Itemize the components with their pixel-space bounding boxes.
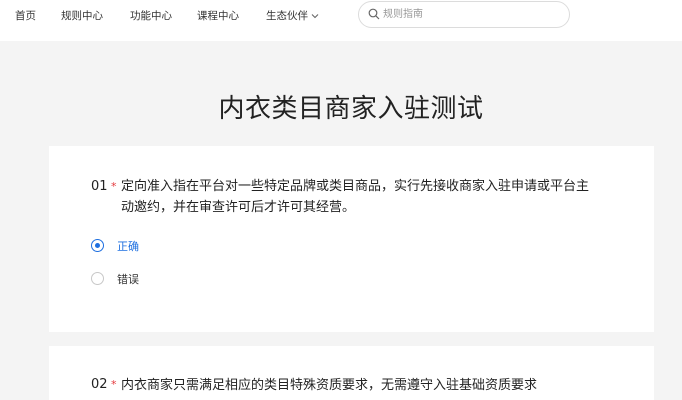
option-label: 错误 xyxy=(117,273,139,286)
nav-item-course-center[interactable]: 课程中心 xyxy=(197,8,239,23)
nav-item-rules-center[interactable]: 规则中心 xyxy=(61,8,103,23)
search-input[interactable] xyxy=(383,6,563,23)
chevron-down-icon xyxy=(311,14,319,19)
search-box[interactable] xyxy=(358,1,570,28)
question-card: 02 * 内衣商家只需满足相应的类目特殊资质要求，无需遵守入驻基础资质要求 xyxy=(49,346,654,400)
question-number: 02 xyxy=(91,377,108,392)
question-card: 01 * 定向准入指在平台对一些特定品牌或类目商品，实行先接收商家入驻申请或平台… xyxy=(49,146,654,332)
option-label: 正确 xyxy=(117,240,139,253)
radio-selected[interactable] xyxy=(91,239,104,252)
question-text: 定向准入指在平台对一些特定品牌或类目商品，实行先接收商家入驻申请或平台主动邀约，… xyxy=(121,179,590,215)
required-mark: * xyxy=(111,378,117,391)
required-mark: * xyxy=(111,180,117,193)
radio-unselected[interactable] xyxy=(91,272,104,285)
nav-item-home[interactable]: 首页 xyxy=(15,8,36,23)
nav-item-partners[interactable]: 生态伙伴 xyxy=(266,8,319,23)
question-number: 01 xyxy=(91,179,108,194)
nav-item-function-center[interactable]: 功能中心 xyxy=(130,8,172,23)
page-title: 内衣类目商家入驻测试 xyxy=(218,94,484,124)
search-icon xyxy=(368,8,380,20)
nav-item-partners-label: 生态伙伴 xyxy=(266,10,308,22)
top-nav-bar: 首页 规则中心 功能中心 课程中心 生态伙伴 xyxy=(0,0,682,41)
question-text: 内衣商家只需满足相应的类目特殊资质要求，无需遵守入驻基础资质要求 xyxy=(121,378,538,393)
